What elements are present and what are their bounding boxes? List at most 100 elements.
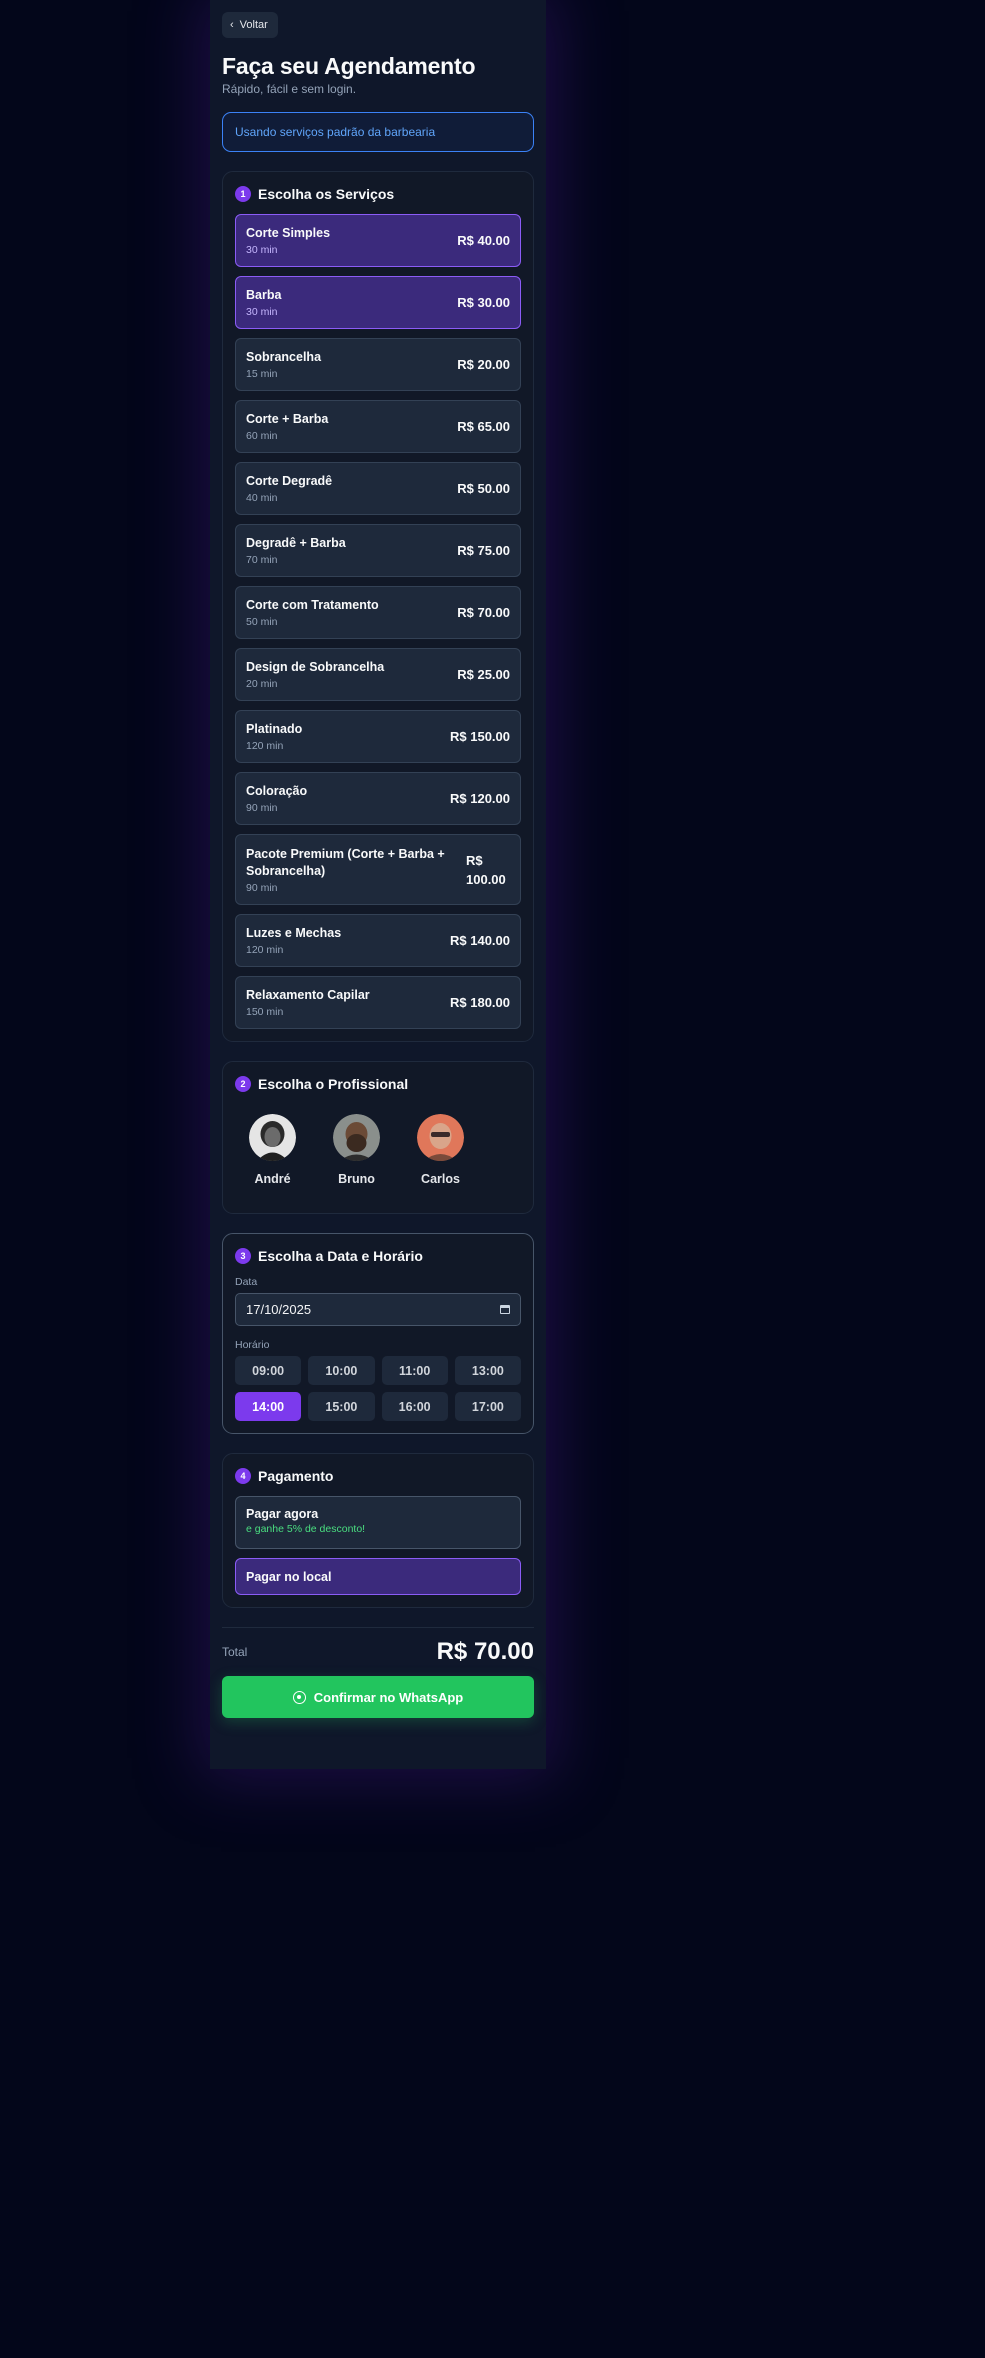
- service-price: R$ 75.00: [457, 543, 510, 558]
- service-option[interactable]: Barba 30 min R$ 30.00: [235, 276, 521, 329]
- date-input[interactable]: 17/10/2025: [235, 1293, 521, 1326]
- service-list: Corte Simples 30 min R$ 40.00 Barba 30 min R$…: [235, 214, 521, 1029]
- service-option[interactable]: Relaxamento Capilar 150 min R$ 180.00: [235, 976, 521, 1029]
- time-slot-button[interactable]: 17:00: [454, 1392, 521, 1421]
- service-duration: 60 min: [246, 430, 278, 442]
- service-info: Design de Sobrancelha 20 min: [246, 659, 384, 690]
- service-info: Corte Degradê 40 min: [246, 473, 332, 504]
- service-option[interactable]: Degradê + Barba 70 min R$ 75.00: [235, 524, 521, 577]
- service-info: Corte + Barba 60 min: [246, 411, 328, 442]
- service-option[interactable]: Corte + Barba 60 min R$ 65.00: [235, 400, 521, 453]
- page-title: Faça seu Agendamento: [222, 53, 476, 79]
- whatsapp-icon: [292, 1690, 306, 1704]
- chevron-left-icon: ‹: [230, 18, 234, 31]
- section-title: Escolha os Serviços: [258, 186, 395, 202]
- service-info: Corte Simples 30 min: [246, 225, 330, 256]
- service-option[interactable]: Design de Sobrancelha 20 min R$ 25.00: [235, 648, 521, 701]
- service-option[interactable]: Sobrancelha 15 min R$ 20.00: [235, 338, 521, 391]
- info-notice-text: Usando serviços padrão da barbearia: [235, 125, 436, 139]
- avatar: [249, 1114, 296, 1161]
- service-name: Corte Simples: [246, 226, 331, 240]
- service-info: Corte com Tratamento 50 min: [246, 597, 379, 628]
- professional-name: Bruno: [338, 1172, 375, 1186]
- divider: [222, 1627, 534, 1628]
- avatar: [417, 1114, 464, 1161]
- confirm-whatsapp-button[interactable]: Confirmar no WhatsApp: [222, 1676, 534, 1718]
- service-info: Pacote Premium (Corte + Barba + Sobrance…: [246, 846, 451, 894]
- time-slot-grid: 09:00 10:00 11:00 13:00 14:00 15:00 16:00 17:00: [235, 1356, 521, 1421]
- time-slot-button[interactable]: 10:00: [308, 1356, 375, 1385]
- professional-section-header: 2 Escolha o Profissional: [235, 1074, 521, 1094]
- service-duration: 150 min: [246, 1006, 284, 1018]
- service-name: Barba: [246, 288, 282, 302]
- professional-card-bruno[interactable]: Bruno: [319, 1104, 394, 1195]
- service-option[interactable]: Corte com Tratamento 50 min R$ 70.00: [235, 586, 521, 639]
- time-slot-button[interactable]: 15:00: [308, 1392, 375, 1421]
- total-label: Total: [222, 1645, 248, 1659]
- service-info: Barba 30 min: [246, 287, 281, 318]
- service-name: Platinado: [246, 722, 303, 736]
- service-price: R$ 20.00: [457, 357, 510, 372]
- time-slot-button[interactable]: 14:00: [235, 1392, 302, 1421]
- pay-now-option[interactable]: Pagar agora e ganhe 5% de desconto!: [235, 1496, 521, 1549]
- service-duration: 15 min: [246, 368, 278, 380]
- step-badge: 1: [235, 186, 251, 202]
- back-button-label: Voltar: [239, 19, 268, 31]
- professional-card-andre[interactable]: André: [235, 1104, 310, 1195]
- service-duration: 90 min: [246, 802, 278, 814]
- service-duration: 50 min: [246, 616, 278, 628]
- service-duration: 90 min: [246, 881, 278, 894]
- service-name: Corte + Barba: [246, 412, 329, 426]
- booking-panel: ‹ Voltar Faça seu Agendamento Rápido, fá…: [210, 0, 546, 1769]
- professional-name: Carlos: [421, 1172, 460, 1186]
- step-badge: 4: [235, 1468, 251, 1484]
- payment-section-header: 4 Pagamento: [235, 1466, 521, 1486]
- service-duration: 20 min: [246, 678, 278, 690]
- pay-local-option[interactable]: Pagar no local: [235, 1558, 521, 1595]
- service-duration: 120 min: [246, 944, 284, 956]
- service-price: R$ 140.00: [450, 933, 510, 948]
- service-name: Pacote Premium (Corte + Barba + Sobrance…: [246, 846, 445, 878]
- service-info: Platinado 120 min: [246, 721, 302, 752]
- pay-local-label: Pagar no local: [246, 1569, 332, 1584]
- pay-now-label: Pagar agora: [246, 1507, 319, 1521]
- service-info: Degradê + Barba 70 min: [246, 535, 346, 566]
- section-title: Escolha a Data e Horário: [258, 1248, 423, 1264]
- time-slot-button[interactable]: 16:00: [381, 1392, 448, 1421]
- time-slot-button[interactable]: 13:00: [454, 1356, 521, 1385]
- total-value: R$ 70.00: [436, 1638, 534, 1665]
- service-name: Coloração: [246, 784, 308, 798]
- service-price: R$ 120.00: [450, 791, 510, 806]
- step-badge: 3: [235, 1248, 251, 1264]
- calendar-icon[interactable]: [500, 1305, 510, 1314]
- service-name: Sobrancelha: [246, 350, 322, 364]
- time-slot-button[interactable]: 11:00: [381, 1356, 448, 1385]
- service-option[interactable]: Corte Simples 30 min R$ 40.00: [235, 214, 521, 267]
- service-name: Luzes e Mechas: [246, 926, 342, 940]
- service-option[interactable]: Pacote Premium (Corte + Barba + Sobrance…: [235, 834, 521, 905]
- service-info: Coloração 90 min: [246, 783, 307, 814]
- service-duration: 120 min: [246, 740, 284, 752]
- service-price: R$ 70.00: [457, 605, 510, 620]
- avatar: [333, 1114, 380, 1161]
- section-title: Escolha o Profissional: [258, 1076, 409, 1092]
- info-notice: Usando serviços padrão da barbearia: [222, 112, 534, 152]
- service-price: R$ 30.00: [457, 295, 510, 310]
- service-option[interactable]: Coloração 90 min R$ 120.00: [235, 772, 521, 825]
- date-label: Data: [235, 1276, 258, 1288]
- professional-card-carlos[interactable]: Carlos: [403, 1104, 478, 1195]
- services-section: 1 Escolha os Serviços Corte Simples 30 mi…: [222, 171, 534, 1042]
- service-duration: 30 min: [246, 244, 278, 256]
- back-button[interactable]: ‹ Voltar: [222, 12, 278, 38]
- service-option[interactable]: Platinado 120 min R$ 150.00: [235, 710, 521, 763]
- time-label: Horário: [235, 1339, 270, 1351]
- service-duration: 30 min: [246, 306, 278, 318]
- service-info: Relaxamento Capilar 150 min: [246, 987, 370, 1018]
- service-name: Corte com Tratamento: [246, 598, 379, 612]
- service-option[interactable]: Luzes e Mechas 120 min R$ 140.00: [235, 914, 521, 967]
- service-name: Degradê + Barba: [246, 536, 346, 550]
- service-option[interactable]: Corte Degradê 40 min R$ 50.00: [235, 462, 521, 515]
- time-slot-button[interactable]: 09:00: [235, 1356, 302, 1385]
- datetime-section-header: 3 Escolha a Data e Horário: [235, 1246, 521, 1266]
- pay-now-discount-note: e ganhe 5% de desconto!: [246, 1523, 366, 1535]
